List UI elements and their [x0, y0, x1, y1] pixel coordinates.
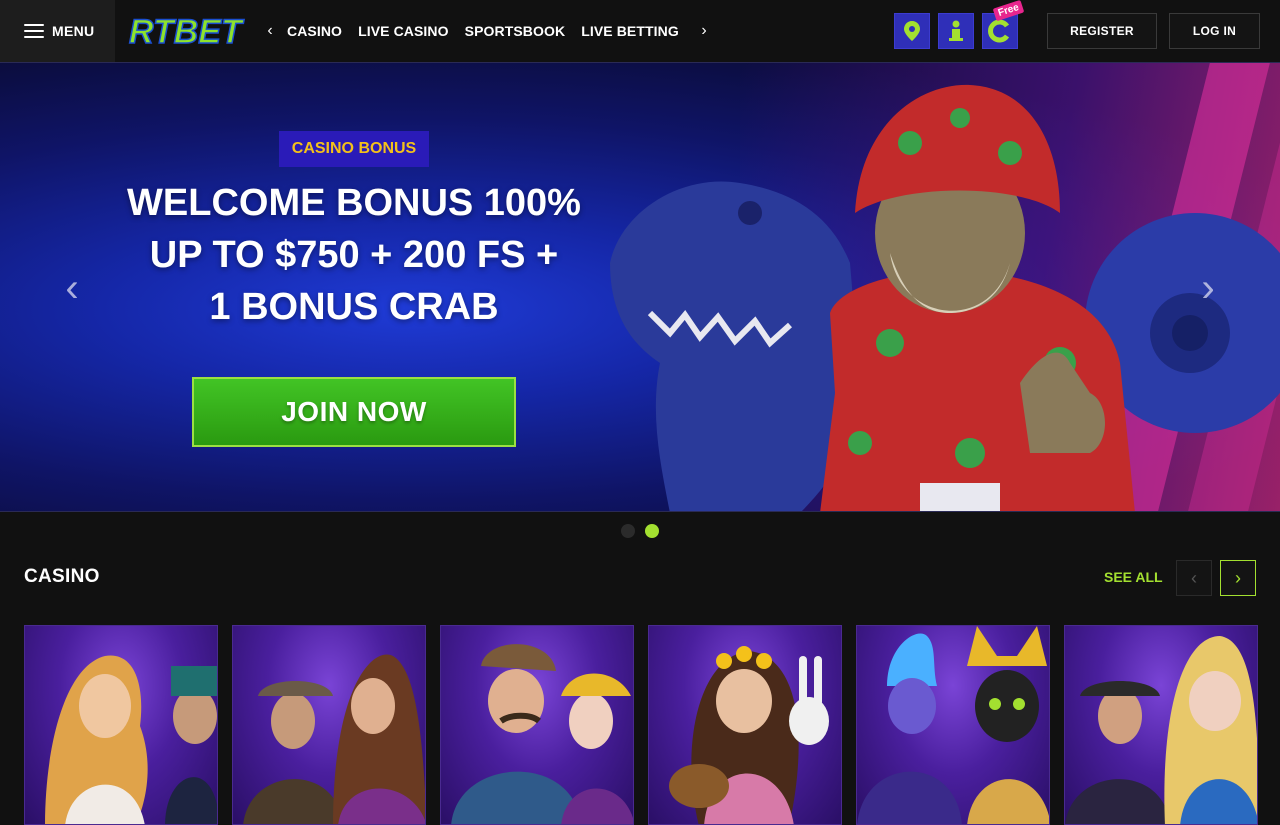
- carousel-next-chevron-icon[interactable]: ›: [1220, 560, 1256, 596]
- logo-mark: RTBET: [128, 12, 245, 51]
- game-card[interactable]: [856, 625, 1050, 825]
- game-card[interactable]: [648, 625, 842, 825]
- hamburger-icon: [24, 24, 44, 38]
- location-icon: [904, 21, 920, 41]
- nav-casino[interactable]: CASINO: [287, 23, 342, 39]
- game-card[interactable]: [232, 625, 426, 825]
- game-card-art: [45, 655, 217, 824]
- join-now-button[interactable]: JOIN NOW: [192, 377, 516, 447]
- logo[interactable]: RTBET: [127, 11, 259, 51]
- game-card-art: [857, 626, 1049, 824]
- slider-dots: [621, 524, 659, 538]
- quick-icons: Free: [894, 0, 1025, 49]
- casino-game-cards: [24, 625, 1258, 825]
- headline-line-1: WELCOME BONUS 100%: [127, 182, 581, 224]
- carousel-prev-chevron-icon[interactable]: ‹: [1176, 560, 1212, 596]
- game-card-art: [451, 644, 633, 824]
- casino-section-title: CASINO: [24, 566, 100, 587]
- menu-button[interactable]: MENU: [0, 0, 115, 62]
- auth-buttons: REGISTER LOG IN: [1047, 13, 1260, 49]
- game-card[interactable]: [440, 625, 634, 825]
- game-card[interactable]: [24, 625, 218, 825]
- nav-sportsbook[interactable]: SPORTSBOOK: [465, 23, 566, 39]
- coin-icon: [988, 19, 1010, 43]
- nav-prev-chevron-icon[interactable]: ‹: [259, 20, 281, 42]
- see-all-link[interactable]: SEE ALL: [1104, 569, 1163, 585]
- hero-next-chevron-icon[interactable]: ›: [1194, 266, 1222, 310]
- profile-button[interactable]: [938, 13, 974, 49]
- hero-character-art: [610, 84, 1280, 511]
- menu-label: MENU: [52, 23, 95, 39]
- nav-next-chevron-icon[interactable]: ›: [693, 20, 715, 42]
- location-button[interactable]: [894, 13, 930, 49]
- game-card-art: [669, 646, 829, 824]
- person-icon: [949, 20, 963, 41]
- casino-bonus-badge: CASINO BONUS: [279, 131, 429, 167]
- game-card-art: [243, 654, 425, 824]
- slider-dot-1[interactable]: [621, 524, 635, 538]
- hero-headline: WELCOME BONUS 100% UP TO $750 + 200 FS +…: [84, 177, 624, 333]
- game-card[interactable]: [1064, 625, 1258, 825]
- logo-text: RTBET: [129, 13, 245, 51]
- headline-line-3: 1 BONUS CRAB: [209, 286, 499, 328]
- hero-prev-chevron-icon[interactable]: ‹: [58, 266, 86, 310]
- nav-live-betting[interactable]: LIVE BETTING: [581, 23, 679, 39]
- login-button[interactable]: LOG IN: [1169, 13, 1260, 49]
- hero-banner[interactable]: CASINO BONUS WELCOME BONUS 100% UP TO $7…: [0, 62, 1280, 512]
- slider-dot-2[interactable]: [645, 524, 659, 538]
- register-button[interactable]: REGISTER: [1047, 13, 1157, 49]
- free-coin-button[interactable]: Free: [982, 0, 1025, 49]
- nav-live-casino[interactable]: LIVE CASINO: [358, 23, 449, 39]
- headline-line-2: UP TO $750 + 200 FS +: [149, 234, 559, 276]
- main-nav: CASINO LIVE CASINO SPORTSBOOK LIVE BETTI…: [287, 23, 687, 39]
- game-card-art: [1065, 636, 1257, 824]
